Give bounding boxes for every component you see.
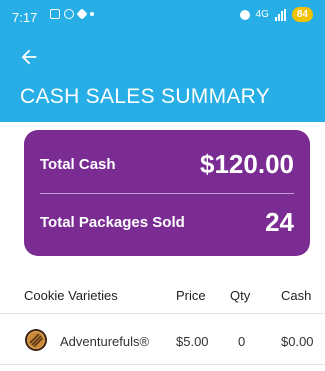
notification-icon (50, 9, 60, 19)
variety-qty: 0 (238, 334, 246, 349)
camera-notification-icon (64, 9, 74, 19)
total-cash-label: Total Cash (40, 155, 116, 173)
column-header-varieties: Cookie Varieties (24, 288, 118, 303)
notification-icons (50, 8, 94, 20)
total-cash-row: Total Cash $120.00 (40, 144, 294, 184)
total-packages-value: 24 (265, 206, 294, 237)
signal-icon (274, 8, 286, 21)
table-header: Cookie Varieties Price Qty Cash (0, 279, 325, 314)
adventurefuls-cookie-icon (25, 329, 47, 351)
summary-card: Total Cash $120.00 Total Packages Sold 2… (24, 130, 310, 256)
card-divider (40, 193, 294, 194)
variety-name: Adventurefuls® (60, 334, 150, 349)
variety-cash: $0.00 (281, 334, 314, 349)
total-packages-row: Total Packages Sold 24 (40, 202, 294, 242)
status-bar: 7:17 4G 84 (0, 0, 325, 34)
status-time: 7:17 (12, 10, 38, 25)
back-arrow-icon[interactable] (18, 46, 40, 68)
more-notifications-dot-icon (90, 12, 94, 16)
total-cash-value: $120.00 (200, 148, 294, 179)
status-right-icons: 4G 84 (239, 7, 313, 22)
table-row[interactable]: Adventurefuls® $5.00 0 $0.00 (0, 318, 325, 365)
column-header-qty: Qty (230, 288, 251, 303)
network-type: 4G (255, 9, 269, 20)
column-header-cash: Cash (281, 288, 312, 303)
column-header-price: Price (176, 288, 206, 303)
total-packages-label: Total Packages Sold (40, 213, 185, 231)
variety-price: $5.00 (176, 334, 209, 349)
app-header: 7:17 4G 84 CASH SALES SUMMARY (0, 0, 325, 122)
location-icon (239, 9, 250, 20)
app-notification-icon (76, 8, 88, 20)
page-title: CASH SALES SUMMARY (20, 85, 271, 108)
battery-icon: 84 (291, 7, 313, 22)
